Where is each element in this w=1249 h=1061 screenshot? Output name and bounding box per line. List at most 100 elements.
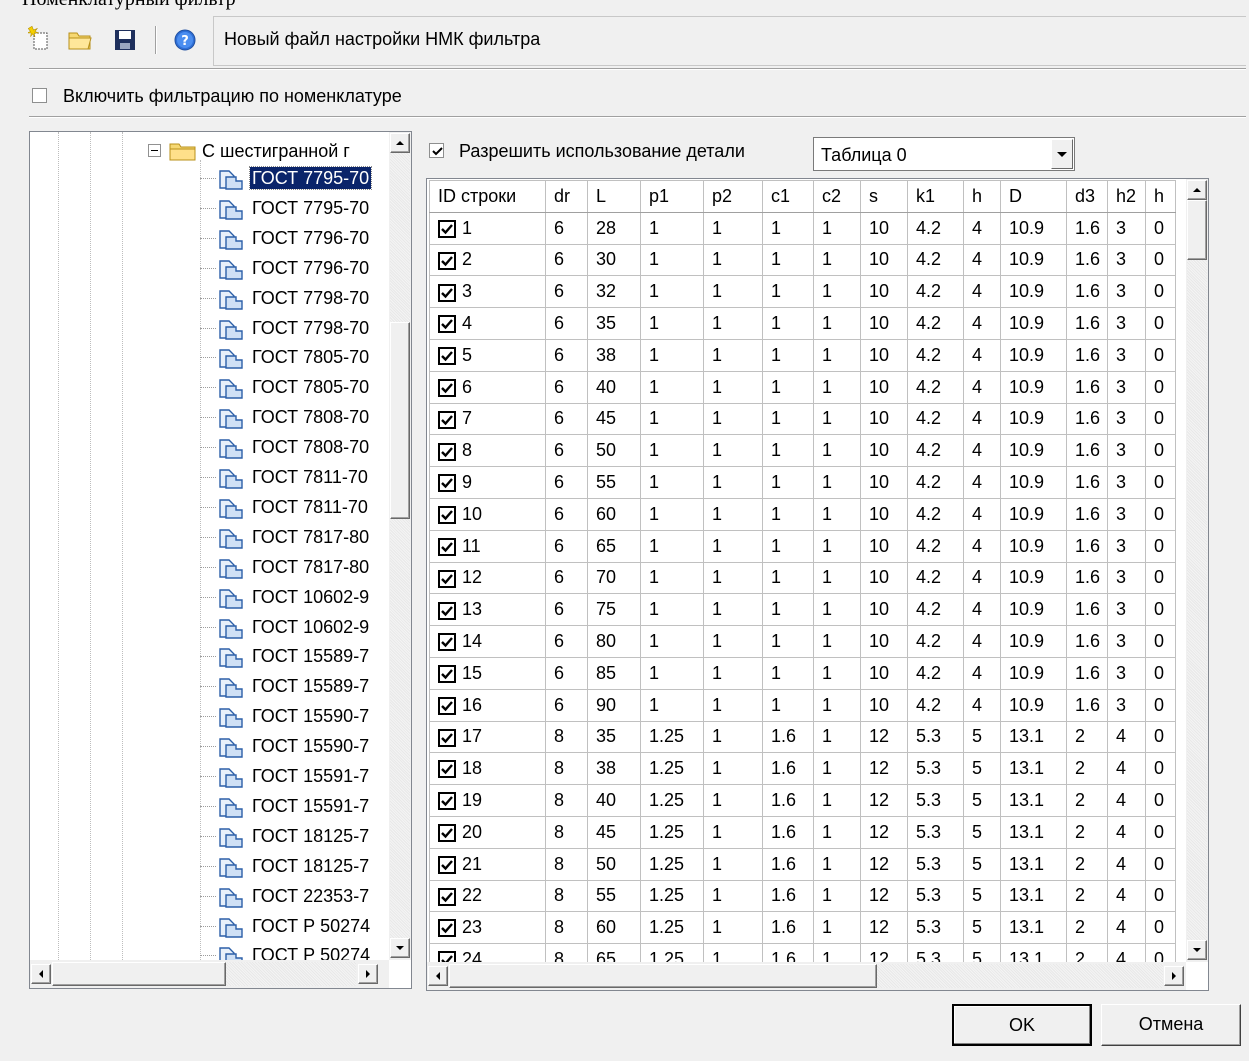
row-enabled-checkbox[interactable] [438, 792, 456, 811]
row-id-cell[interactable]: 5 [429, 338, 546, 372]
table-cell[interactable]: 4 [963, 593, 1001, 627]
table-cell[interactable]: 1 [703, 275, 763, 309]
table-cell[interactable]: 1 [703, 784, 763, 817]
table-cell[interactable]: 1.6 [1066, 593, 1108, 627]
data-grid[interactable]: ID строки dr Lp1 p2 c1 c2 s k1 h Dd3 h2 h 1 6 28 1 1 1 1 1… [426, 178, 1209, 991]
column-header[interactable]: k1 [907, 180, 964, 213]
row-enabled-checkbox[interactable] [438, 760, 456, 779]
table-cell[interactable]: 1 [640, 370, 704, 404]
table-cell[interactable]: 2 [1066, 815, 1108, 849]
table-cell[interactable]: 0 [1145, 720, 1176, 754]
table-cell[interactable]: 1 [762, 561, 814, 595]
table-cell[interactable]: 10.9 [1000, 593, 1067, 627]
table-cell[interactable]: 4 [963, 243, 1001, 277]
table-row[interactable]: 15 6 85 1 1 1 1 10 4.2 4 10.9 1.6 3 0 [429, 656, 1176, 690]
table-cell[interactable]: 3 [1107, 466, 1146, 499]
table-row[interactable]: 14 6 80 1 1 1 1 10 4.2 4 10.9 1.6 3 0 [429, 625, 1176, 658]
table-cell[interactable]: 5.3 [907, 752, 964, 786]
row-id-cell[interactable]: 20 [429, 815, 546, 849]
table-cell[interactable]: 0 [1145, 402, 1176, 436]
table-cell[interactable]: 3 [1107, 529, 1146, 563]
grid-hscrollbar[interactable] [427, 962, 1186, 990]
row-enabled-checkbox[interactable] [438, 887, 456, 906]
table-cell[interactable]: 1.6 [762, 752, 814, 786]
table-cell[interactable]: 1.6 [1066, 307, 1108, 340]
table-cell[interactable]: 6 [545, 656, 588, 690]
table-cell[interactable]: 1 [703, 338, 763, 372]
table-cell[interactable]: 8 [545, 720, 588, 754]
table-cell[interactable]: 1 [813, 784, 861, 817]
table-row[interactable]: 18 8 38 1.25 1 1.6 1 12 5.3 5 13.1 2 4 0 [429, 752, 1176, 786]
table-cell[interactable]: 55 [587, 879, 641, 913]
row-enabled-checkbox[interactable] [438, 855, 456, 874]
row-enabled-checkbox[interactable] [438, 824, 456, 843]
table-cell[interactable]: 1 [762, 625, 814, 658]
table-cell[interactable]: 4.2 [907, 211, 964, 245]
table-cell[interactable]: 4 [963, 497, 1001, 531]
table-cell[interactable]: 1 [813, 720, 861, 754]
table-cell[interactable]: 4 [963, 529, 1001, 563]
table-cell[interactable]: 4 [963, 275, 1001, 309]
grid-vscrollbar[interactable] [1186, 179, 1208, 962]
scroll-right-arrow-icon[interactable] [358, 964, 378, 984]
table-cell[interactable]: 3 [1107, 593, 1146, 627]
table-cell[interactable]: 5 [963, 752, 1001, 786]
table-cell[interactable]: 13.1 [1000, 784, 1067, 817]
row-id-cell[interactable]: 22 [429, 879, 546, 913]
column-header[interactable]: c2 [813, 180, 861, 213]
table-cell[interactable]: 1 [813, 466, 861, 499]
column-header[interactable]: s [860, 180, 908, 213]
table-cell[interactable]: 10 [860, 211, 908, 245]
row-id-cell[interactable]: 23 [429, 911, 546, 945]
table-cell[interactable]: 1 [813, 656, 861, 690]
table-cell[interactable]: 8 [545, 752, 588, 786]
table-cell[interactable]: 4 [1107, 847, 1146, 881]
row-id-cell[interactable]: 10 [429, 497, 546, 531]
table-cell[interactable]: 0 [1145, 656, 1176, 690]
table-cell[interactable]: 4 [963, 338, 1001, 372]
new-file-icon[interactable] [26, 24, 56, 54]
table-cell[interactable]: 1 [703, 529, 763, 563]
table-cell[interactable]: 35 [587, 720, 641, 754]
scroll-left-arrow-icon[interactable] [428, 966, 448, 986]
table-cell[interactable]: 12 [860, 752, 908, 786]
table-cell[interactable]: 1 [813, 497, 861, 531]
table-cell[interactable]: 5 [963, 815, 1001, 849]
scroll-track[interactable] [226, 962, 356, 986]
table-row[interactable]: 3 6 32 1 1 1 1 10 4.2 4 10.9 1.6 3 0 [429, 275, 1176, 309]
table-cell[interactable]: 1 [813, 688, 861, 722]
row-id-cell[interactable]: 7 [429, 402, 546, 436]
table-cell[interactable]: 1 [762, 656, 814, 690]
table-cell[interactable]: 40 [587, 784, 641, 817]
table-cell[interactable]: 4 [963, 370, 1001, 404]
floppy-save-icon[interactable] [111, 24, 139, 54]
table-cell[interactable]: 1 [703, 434, 763, 468]
enable-filter-checkbox[interactable] [32, 88, 47, 103]
table-cell[interactable]: 1 [640, 593, 704, 627]
table-cell[interactable]: 1 [703, 561, 763, 595]
table-cell[interactable]: 1 [813, 338, 861, 372]
table-cell[interactable]: 1 [640, 466, 704, 499]
table-cell[interactable]: 5.3 [907, 879, 964, 913]
table-cell[interactable]: 1 [703, 307, 763, 340]
table-cell[interactable]: 3 [1107, 434, 1146, 468]
table-cell[interactable]: 60 [587, 497, 641, 531]
table-cell[interactable]: 1.6 [762, 911, 814, 945]
row-id-cell[interactable]: 2 [429, 243, 546, 277]
table-cell[interactable]: 10.9 [1000, 275, 1067, 309]
table-cell[interactable]: 0 [1145, 879, 1176, 913]
table-row[interactable]: 7 6 45 1 1 1 1 10 4.2 4 10.9 1.6 3 0 [429, 402, 1176, 436]
table-cell[interactable]: 3 [1107, 656, 1146, 690]
table-cell[interactable]: 30 [587, 243, 641, 277]
scroll-thumb[interactable] [449, 964, 877, 988]
table-cell[interactable]: 10.9 [1000, 625, 1067, 658]
scroll-thumb[interactable] [390, 322, 410, 519]
table-cell[interactable]: 1.6 [762, 784, 814, 817]
row-id-cell[interactable]: 1 [429, 211, 546, 245]
table-cell[interactable]: 1 [813, 593, 861, 627]
table-cell[interactable]: 0 [1145, 211, 1176, 245]
table-cell[interactable]: 1 [813, 752, 861, 786]
row-id-cell[interactable]: 12 [429, 561, 546, 595]
table-cell[interactable]: 1 [640, 307, 704, 340]
scroll-up-arrow-icon[interactable] [1187, 180, 1207, 200]
